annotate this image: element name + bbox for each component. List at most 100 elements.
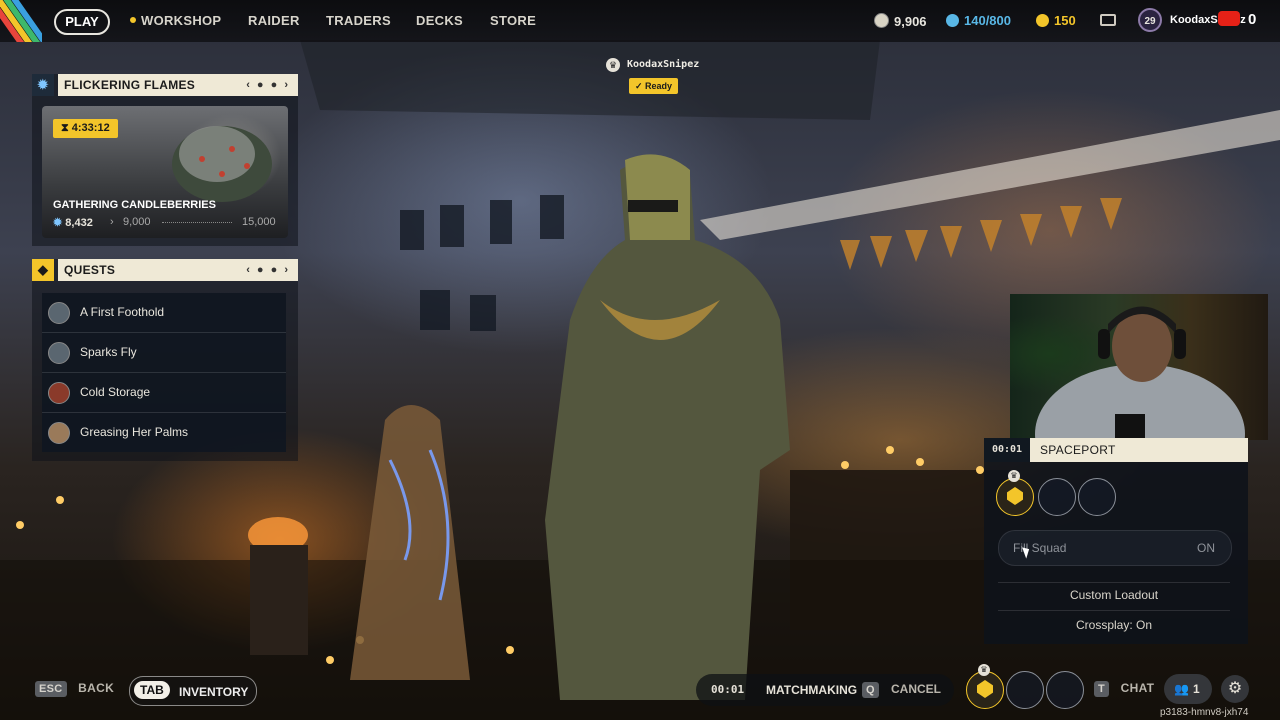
candleberry-bush-image bbox=[172, 126, 272, 202]
mail-icon[interactable] bbox=[1100, 14, 1116, 26]
capacity-icon bbox=[946, 14, 959, 27]
quest-avatar-icon bbox=[48, 342, 70, 364]
friends-button[interactable]: 👥 1 bbox=[1164, 674, 1212, 704]
squad-slot-empty[interactable] bbox=[1038, 478, 1076, 516]
quest-item[interactable]: Sparks Fly bbox=[42, 333, 286, 373]
fill-squad-label: Fill Squad bbox=[1013, 541, 1067, 555]
event-challenge: GATHERING CANDLEBERRIES bbox=[53, 199, 216, 211]
matchmaking-timer: 00:01 bbox=[711, 683, 745, 696]
gear-badge-icon: ✹ bbox=[32, 74, 54, 96]
play-button[interactable]: PLAY bbox=[54, 9, 110, 35]
settings-gear-icon[interactable]: ⚙ bbox=[1221, 675, 1249, 703]
ready-label: Ready bbox=[645, 81, 673, 91]
hourglass-icon: ⧗ bbox=[61, 122, 72, 134]
divider bbox=[998, 610, 1230, 611]
quest-item[interactable]: Greasing Her Palms bbox=[42, 413, 286, 452]
friends-icon: 👥 bbox=[1174, 682, 1189, 696]
tab-key: TAB bbox=[134, 681, 170, 699]
capacity-counter: 140/800 bbox=[946, 13, 1011, 28]
bottom-slot-player[interactable] bbox=[966, 671, 1004, 709]
cancel-label: CANCEL bbox=[891, 682, 942, 696]
back-label: BACK bbox=[78, 681, 115, 695]
q-key: Q bbox=[862, 682, 879, 698]
player-emblem-icon bbox=[977, 680, 993, 698]
webcam-overlay bbox=[1010, 294, 1268, 440]
capacity-value: 140/800 bbox=[964, 13, 1011, 28]
fill-squad-value: ON bbox=[1197, 541, 1215, 555]
quest-avatar-icon bbox=[48, 422, 70, 444]
crown-icon: ♛ bbox=[606, 58, 620, 72]
notification-count: 0 bbox=[1248, 11, 1257, 28]
event-timer-value: 4:33:12 bbox=[71, 122, 110, 134]
check-icon: ✓ bbox=[635, 81, 646, 91]
chat-label: CHAT bbox=[1120, 681, 1155, 695]
event-timer: ⧗ 4:33:12 bbox=[53, 119, 118, 138]
tokens-value: 150 bbox=[1054, 13, 1076, 28]
nav-workshop[interactable]: WORKSHOP bbox=[130, 13, 221, 28]
leader-crown-icon: ♛ bbox=[1008, 470, 1020, 482]
event-progress-current: ✹ 8,432 bbox=[53, 216, 93, 229]
top-nav-bar: PLAY WORKSHOP RAIDER TRADERS DECKS STORE… bbox=[0, 0, 1280, 42]
player-name-tag: KoodaxSnipez bbox=[627, 59, 700, 70]
squad-location: SPACEPORT bbox=[1030, 438, 1248, 462]
nav-decks[interactable]: DECKS bbox=[416, 13, 463, 28]
event-title: FLICKERING FLAMES bbox=[64, 78, 196, 92]
leader-crown-icon: ♛ bbox=[978, 664, 990, 676]
quest-diamond-icon: ◆ bbox=[32, 259, 54, 281]
coin-icon bbox=[874, 13, 889, 28]
fill-squad-toggle[interactable]: Fill Squad ON bbox=[998, 530, 1232, 566]
quest-label: A First Foothold bbox=[80, 305, 165, 319]
matchmaking-bar: 00:01 MATCHMAKING Q CANCEL bbox=[696, 674, 954, 706]
squad-slot-player[interactable] bbox=[996, 478, 1034, 516]
quest-avatar-icon bbox=[48, 302, 70, 324]
chevron-right-icon: › bbox=[110, 216, 114, 228]
crossplay-toggle[interactable]: Crossplay: On bbox=[998, 618, 1230, 632]
cancel-button[interactable]: Q CANCEL bbox=[862, 680, 941, 698]
token-icon bbox=[1036, 14, 1049, 27]
coins-value: 9,906 bbox=[894, 14, 927, 29]
bottom-slot-empty[interactable] bbox=[1046, 671, 1084, 709]
quest-label: Greasing Her Palms bbox=[80, 425, 189, 439]
back-button[interactable]: ESC BACK bbox=[35, 681, 114, 697]
tokens-counter: 150 bbox=[1036, 13, 1076, 28]
event-progress-track bbox=[162, 222, 232, 223]
progress-gear-icon: ✹ bbox=[53, 217, 66, 229]
bottom-slot-empty[interactable] bbox=[1006, 671, 1044, 709]
t-key: T bbox=[1094, 681, 1110, 697]
event-header: ✹ FLICKERING FLAMES ‹ ● ● › bbox=[32, 74, 298, 96]
workshop-dot-icon bbox=[130, 17, 136, 23]
custom-loadout-button[interactable]: Custom Loadout bbox=[998, 588, 1230, 602]
inventory-label: INVENTORY bbox=[179, 685, 249, 699]
divider bbox=[998, 582, 1230, 583]
quest-avatar-icon bbox=[48, 382, 70, 404]
nav-workshop-label: WORKSHOP bbox=[141, 13, 222, 28]
chat-button[interactable]: T CHAT bbox=[1094, 681, 1154, 697]
quest-label: Cold Storage bbox=[80, 385, 151, 399]
friends-count: 1 bbox=[1192, 682, 1200, 696]
nav-raider[interactable]: RAIDER bbox=[248, 13, 300, 28]
event-progress-value: 8,432 bbox=[65, 217, 93, 229]
event-card[interactable]: ⧗ 4:33:12 GATHERING CANDLEBERRIES ✹ 8,43… bbox=[42, 106, 288, 238]
session-id: p3183-hmnv8-jxh74 bbox=[1160, 707, 1249, 718]
event-milestone: 9,000 bbox=[123, 216, 151, 228]
profile-level-badge[interactable]: 29 bbox=[1138, 8, 1162, 32]
player-emblem-icon bbox=[1007, 487, 1023, 505]
event-pager[interactable]: ‹ ● ● › bbox=[246, 74, 290, 96]
nav-store[interactable]: STORE bbox=[490, 13, 536, 28]
quest-item[interactable]: Cold Storage bbox=[42, 373, 286, 413]
quests-pager[interactable]: ‹ ● ● › bbox=[246, 259, 290, 281]
event-goal: 15,000 bbox=[242, 216, 276, 228]
squad-timer: 00:01 bbox=[984, 438, 1030, 462]
quest-label: Sparks Fly bbox=[80, 345, 137, 359]
coins-counter: 9,906 bbox=[874, 13, 927, 29]
brand-stripe-logo bbox=[0, 0, 42, 42]
quest-item[interactable]: A First Foothold bbox=[42, 293, 286, 333]
nav-traders[interactable]: TRADERS bbox=[326, 13, 391, 28]
squad-panel: 00:01 SPACEPORT ♛ Fill Squad ON Custom L… bbox=[984, 438, 1248, 644]
matchmaking-label: MATCHMAKING bbox=[766, 683, 858, 697]
quests-title: QUESTS bbox=[64, 263, 116, 277]
squad-slot-empty[interactable] bbox=[1078, 478, 1116, 516]
youtube-icon bbox=[1218, 11, 1240, 26]
inventory-button[interactable]: TAB INVENTORY bbox=[129, 676, 257, 706]
quests-header: ◆ QUESTS ‹ ● ● › bbox=[32, 259, 298, 281]
